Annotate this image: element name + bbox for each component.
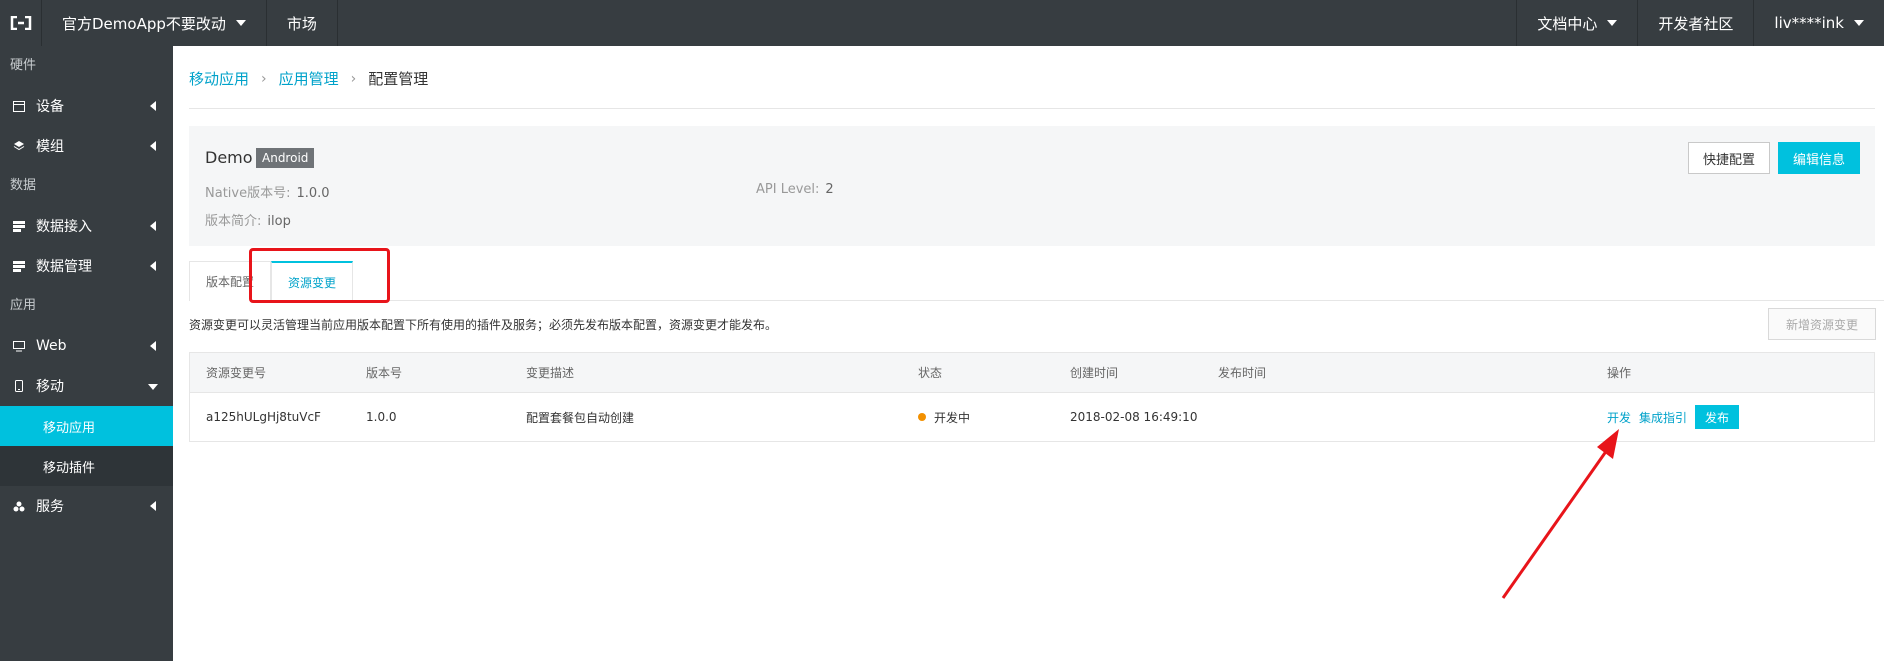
sidebar-item-device[interactable]: 设备 [0, 86, 173, 126]
sidebar-item-label: 移动 [36, 379, 64, 395]
chevron-right-icon: › [261, 70, 267, 87]
sidebar-item-mobile-app[interactable]: 移动应用 [0, 406, 173, 446]
app-info-panel: Demo Android Native版本号: 1.0.0 API Level: 2… [189, 126, 1875, 246]
divider [189, 108, 1875, 109]
sidebar: 硬件 设备 模组 数据 数据接入 数据管理 应用 Web 移动 移动应用 移动插… [0, 46, 173, 661]
col-header-id: 资源变更号 [206, 366, 267, 380]
list-icon [12, 219, 26, 233]
monitor-icon [12, 339, 26, 353]
sidebar-item-label: Web [36, 338, 67, 354]
native-version-value: 1.0.0 [296, 186, 330, 201]
layers-icon [12, 139, 26, 153]
sidebar-item-data-access[interactable]: 数据接入 [0, 206, 173, 246]
add-resource-change-button[interactable]: 新增资源变更 [1768, 308, 1876, 340]
version-desc-label: 版本简介: [205, 214, 262, 229]
platform-badge: Android [256, 148, 315, 168]
sidebar-group-app: 应用 [10, 298, 37, 313]
cubes-icon [12, 499, 26, 513]
version-desc: 版本简介: ilop [205, 210, 291, 229]
aliyun-logo-icon[interactable] [0, 0, 42, 46]
api-level: API Level: 2 [756, 182, 834, 197]
sidebar-item-label: 设备 [36, 99, 64, 115]
breadcrumb: 移动应用 › 应用管理 › 配置管理 [189, 68, 428, 89]
version-desc-value: ilop [267, 214, 291, 229]
sidebar-group-data: 数据 [10, 178, 37, 193]
quick-config-button[interactable]: 快捷配置 [1688, 142, 1770, 174]
api-level-label: API Level: [756, 182, 820, 197]
sidebar-item-mobile-plugin[interactable]: 移动插件 [0, 446, 173, 486]
resource-change-description: 资源变更可以灵活管理当前应用版本配置下所有使用的插件及服务；必须先发布版本配置，… [189, 318, 778, 332]
cell-id: a125hULgHj8tuVcF [206, 410, 321, 424]
caret-left-icon [150, 501, 156, 511]
breadcrumb-current: 配置管理 [368, 70, 429, 88]
sidebar-item-web[interactable]: Web [0, 326, 173, 366]
main-content: 移动应用 › 应用管理 › 配置管理 Demo Android Native版本… [173, 46, 1884, 661]
native-version: Native版本号: 1.0.0 [205, 182, 330, 201]
caret-left-icon [150, 341, 156, 351]
chevron-down-icon [1854, 20, 1864, 26]
table-row: a125hULgHj8tuVcF 1.0.0 配置套餐包自动创建 开发中 201… [190, 393, 1874, 441]
chevron-right-icon: › [350, 70, 357, 87]
project-selector[interactable]: 官方DemoApp不要改动 [42, 0, 267, 46]
col-header-description: 变更描述 [526, 366, 575, 380]
cell-ops: 开发 集成指引 发布 [1607, 393, 1740, 441]
integration-guide-link[interactable]: 集成指引 [1639, 409, 1687, 426]
caret-left-icon [150, 261, 156, 271]
col-header-published: 发布时间 [1218, 366, 1267, 380]
cell-description: 配置套餐包自动创建 [526, 410, 635, 425]
caret-left-icon [150, 141, 156, 151]
sidebar-item-label: 模组 [36, 139, 64, 155]
publish-button[interactable]: 发布 [1695, 405, 1740, 429]
annotation-highlight-box [249, 248, 390, 303]
col-header-ops: 操作 [1607, 366, 1632, 380]
app-name: Demo [205, 148, 253, 167]
col-header-created: 创建时间 [1070, 366, 1119, 380]
top-navbar: 官方DemoApp不要改动 市场 文档中心 开发者社区 liv****ink [0, 0, 1884, 46]
status-text: 开发中 [934, 410, 971, 425]
caret-left-icon [150, 101, 156, 111]
calendar-icon [12, 99, 26, 113]
cell-status: 开发中 [918, 393, 970, 441]
sidebar-item-module[interactable]: 模组 [0, 126, 173, 166]
sidebar-item-label: 服务 [36, 499, 64, 515]
status-dot-icon [918, 413, 926, 421]
caret-left-icon [150, 221, 156, 231]
caret-down-icon [148, 384, 158, 390]
chevron-down-icon [235, 20, 246, 26]
community-link[interactable]: 开发者社区 [1637, 0, 1753, 46]
phone-icon [12, 379, 26, 393]
market-link[interactable]: 市场 [267, 0, 338, 46]
sidebar-item-label: 数据接入 [36, 219, 92, 235]
resource-change-table: 资源变更号 版本号 变更描述 状态 创建时间 发布时间 操作 a125hULgH… [189, 352, 1875, 442]
sidebar-group-hardware: 硬件 [10, 58, 37, 73]
col-header-version: 版本号 [366, 366, 403, 380]
develop-link[interactable]: 开发 [1607, 409, 1631, 426]
cell-created: 2018-02-08 16:49:10 [1070, 410, 1198, 424]
docs-menu-label: 文档中心 [1537, 14, 1598, 33]
user-name: liv****ink [1774, 14, 1844, 32]
col-header-status: 状态 [918, 366, 943, 380]
breadcrumb-mobile-app[interactable]: 移动应用 [189, 68, 249, 89]
chevron-down-icon [1607, 20, 1618, 26]
cell-version: 1.0.0 [366, 410, 397, 424]
sidebar-item-data-manage[interactable]: 数据管理 [0, 246, 173, 286]
user-menu[interactable]: liv****ink [1753, 0, 1884, 46]
project-selector-label: 官方DemoApp不要改动 [62, 14, 226, 33]
sidebar-item-label: 数据管理 [36, 259, 92, 275]
docs-menu[interactable]: 文档中心 [1516, 0, 1637, 46]
sidebar-item-mobile[interactable]: 移动 [0, 366, 173, 406]
table-header: 资源变更号 版本号 变更描述 状态 创建时间 发布时间 操作 [190, 353, 1874, 393]
edit-info-button[interactable]: 编辑信息 [1778, 142, 1860, 174]
native-version-label: Native版本号: [205, 186, 291, 201]
api-level-value: 2 [825, 182, 834, 197]
tab-bar: 版本配置 资源变更 [189, 261, 1884, 302]
breadcrumb-app-manage[interactable]: 应用管理 [279, 68, 339, 89]
sidebar-item-service[interactable]: 服务 [0, 486, 173, 526]
list-icon [12, 259, 26, 273]
